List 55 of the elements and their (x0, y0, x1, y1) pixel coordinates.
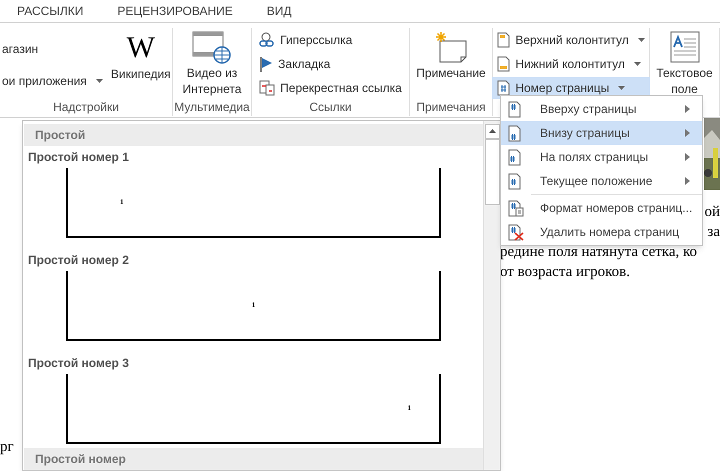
ribbon-tab[interactable]: РЕЦЕНЗИРОВАНИЕ (117, 2, 233, 20)
comment-icon (434, 31, 468, 63)
number-format-icon (508, 200, 524, 216)
menu-item[interactable]: Текущее положение (501, 169, 702, 193)
scroll-thumb[interactable] (484, 139, 500, 205)
caret-icon (618, 86, 626, 90)
wikipedia-logo: W (126, 33, 155, 63)
menu-item[interactable]: Вверху страницы (501, 97, 702, 121)
document-text: рг (0, 438, 14, 457)
submenu-arrow-icon (685, 105, 690, 113)
ribbon-large-button[interactable]: Примечание (415, 29, 487, 81)
flag-icon (259, 56, 274, 72)
group-label: Ссылки (308, 99, 353, 115)
ribbon-button[interactable]: Перекрестная ссылка (254, 77, 407, 99)
caret-icon (638, 38, 645, 42)
group-label: Мультимедиа (173, 99, 251, 115)
menu-item[interactable]: На полях страницы (501, 145, 702, 169)
caret-icon (634, 62, 641, 66)
gallery-item-title: Простой номер 3 (27, 355, 130, 372)
ribbon-tab[interactable]: ВИД (266, 2, 292, 20)
ribbon-button[interactable]: Нижний колонтитул (492, 53, 650, 75)
menu-item[interactable]: Внизу страницы (501, 121, 702, 145)
gallery-section-header: Простой номер (24, 448, 483, 470)
delete-number-icon (508, 224, 524, 240)
menu-item[interactable]: Удалить номера страниц (501, 220, 702, 244)
submenu-arrow-icon (685, 153, 690, 161)
document-text: ой (704, 203, 720, 222)
header-icon (497, 32, 510, 48)
menu-item[interactable]: Формат номеров страниц... (501, 196, 702, 220)
ribbon-button[interactable]: Закладка (254, 53, 407, 75)
ribbon-large-button[interactable]: W Википедия (104, 30, 177, 82)
ribbon-tab[interactable]: РАССЫЛКИ (17, 2, 84, 20)
footer-icon (497, 56, 510, 72)
group-label: Надстройки (52, 99, 120, 115)
document-text: редине поля натянута сетка, ко (500, 243, 698, 262)
ribbon-button[interactable]: ои приложения (1, 70, 105, 92)
gallery-item-title: Простой номер 2 (27, 252, 130, 269)
document-text: от возраста игроков. (500, 263, 630, 282)
text-box-icon (670, 31, 700, 63)
cross-reference-icon (259, 80, 276, 96)
scroll-up-icon[interactable] (484, 124, 500, 139)
video-icon (192, 30, 232, 64)
gallery-section-header: Простой (24, 124, 483, 146)
group-label: Примечания (415, 99, 487, 115)
document-text: за (707, 223, 720, 242)
ribbon-large-button[interactable]: Видео из Интернета (176, 29, 248, 97)
submenu-arrow-icon (685, 177, 690, 185)
gallery-item-title: Простой номер 1 (27, 149, 130, 166)
scrollbar[interactable] (483, 121, 500, 470)
submenu-arrow-icon (685, 129, 690, 137)
ribbon-button[interactable]: Гиперссылка (254, 29, 407, 51)
ribbon-button[interactable]: Верхний колонтитул (492, 29, 650, 51)
link-icon (259, 32, 276, 48)
ribbon-button[interactable]: агазин (1, 38, 105, 60)
caret-icon (96, 79, 103, 83)
